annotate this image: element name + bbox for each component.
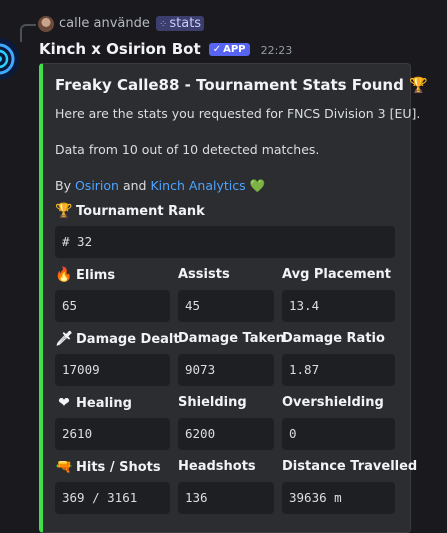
credits-by: By: [55, 178, 71, 193]
field-label-text: Tournament Rank: [76, 204, 205, 219]
field-label-text: Avg Placement: [282, 267, 392, 282]
field-emoji-icon: ❤: [58, 395, 70, 411]
field-label-text: Distance Travelled: [282, 459, 418, 474]
embed-title-text: Freaky Calle88 - Tournament Stats Found: [55, 76, 404, 94]
field-value-overshielding: 0: [282, 418, 395, 450]
field-emoji-icon: 🔥: [55, 267, 73, 283]
field-value-assists: 45: [178, 290, 274, 322]
app-badge-label: APP: [223, 44, 246, 55]
bot-name[interactable]: Kinch x Osirion Bot: [39, 40, 201, 58]
field-label-healing: ❤ Healing: [55, 395, 132, 411]
field-label-distance-travelled: Distance Travelled: [282, 459, 417, 474]
field-label-text: Shielding: [178, 395, 247, 410]
field-label-headshots: Headshots: [178, 459, 256, 474]
verified-check-icon: ✓: [212, 44, 222, 55]
field-value-hits-shots: 369 / 3161: [55, 482, 170, 514]
field-label-text: Hits / Shots: [76, 460, 161, 475]
green-heart-icon: 💚: [249, 178, 266, 193]
field-value-avg-placement: 13.4: [282, 290, 395, 322]
field-label-text: Healing: [76, 396, 132, 411]
embed-description: Here are the stats you requested for FNC…: [55, 106, 421, 121]
field-label-damage-taken: Damage Taken: [178, 331, 285, 346]
field-value-headshots: 136: [178, 482, 274, 514]
field-value-damage-taken: 9073: [178, 354, 274, 386]
field-label-text: Assists: [178, 267, 230, 282]
field-value-distance-travelled: 39636 m: [282, 482, 395, 514]
bot-avatar[interactable]: [0, 38, 20, 80]
field-label-hits-shots: 🔫 Hits / Shots: [55, 459, 161, 475]
field-label-elims: 🔥 Elims: [55, 267, 115, 283]
field-label-text: Headshots: [178, 459, 256, 474]
reply-context[interactable]: calle använde ⁘ stats: [59, 16, 205, 31]
bot-logo-icon: [0, 39, 19, 79]
reply-user-avatar[interactable]: [38, 16, 54, 32]
reply-username[interactable]: calle: [59, 16, 89, 31]
slash-command-icon: ⁘: [158, 19, 168, 30]
embed-data-note: Data from 10 out of 10 detected matches.: [55, 142, 320, 157]
field-value-healing: 2610: [55, 418, 170, 450]
field-label-damage-ratio: Damage Ratio: [282, 331, 385, 346]
field-label-avg-placement: Avg Placement: [282, 267, 391, 282]
field-label-text: Elims: [76, 268, 116, 283]
osirion-link[interactable]: Osirion: [75, 178, 119, 193]
field-value-tournament-rank: # 32: [55, 226, 395, 258]
field-label-damage-dealt: 🗡 Damage Dealt: [55, 331, 180, 347]
embed-title: Freaky Calle88 - Tournament Stats Found …: [55, 76, 428, 94]
message-header: Kinch x Osirion Bot ✓ APP 22:23: [39, 39, 292, 58]
field-value-shielding: 6200: [178, 418, 274, 450]
field-emoji-icon: 🗡: [55, 331, 73, 347]
reply-connector: [20, 24, 36, 42]
command-chip[interactable]: ⁘ stats: [155, 16, 205, 31]
app-badge: ✓ APP: [208, 43, 250, 56]
message-timestamp[interactable]: 22:23: [261, 44, 293, 57]
field-label-text: Overshielding: [282, 395, 384, 410]
field-emoji-icon: 🔫: [55, 459, 73, 475]
credits-and: and: [122, 178, 147, 193]
field-value-elims: 65: [55, 290, 170, 322]
field-label-shielding: Shielding: [178, 395, 247, 410]
reply-action: använde: [93, 16, 150, 31]
field-label-overshielding: Overshielding: [282, 395, 384, 410]
top-bar: [0, 0, 447, 14]
field-label-assists: Assists: [178, 267, 230, 282]
kinch-analytics-link[interactable]: Kinch Analytics: [150, 178, 245, 193]
field-value-damage-dealt: 17009: [55, 354, 170, 386]
stats-embed: Freaky Calle88 - Tournament Stats Found …: [39, 63, 428, 533]
embed-credits: By Osirion and Kinch Analytics 💚: [55, 178, 265, 194]
field-value-damage-ratio: 1.87: [282, 354, 395, 386]
field-label-text: Damage Taken: [178, 331, 285, 346]
field-label-tournament-rank: 🏆 Tournament Rank: [55, 203, 205, 219]
command-name: stats: [169, 16, 202, 31]
trophy-icon: 🏆: [409, 76, 428, 94]
field-label-text: Damage Dealt: [76, 332, 180, 347]
trophy-icon: 🏆: [55, 203, 73, 219]
field-label-text: Damage Ratio: [282, 331, 385, 346]
